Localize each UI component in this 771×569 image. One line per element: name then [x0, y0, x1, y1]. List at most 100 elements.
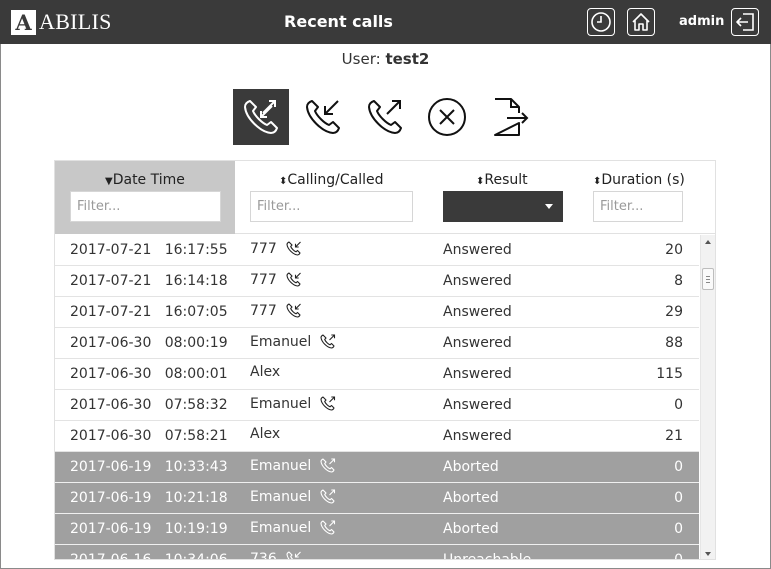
- calling-called-cell: Alex: [250, 364, 281, 380]
- date-time-cell: 2017-06-30 07:58:32: [70, 397, 228, 413]
- phone-outgoing-icon: [319, 333, 337, 351]
- phone-outgoing-icon: [319, 488, 337, 506]
- date-time-cell: 2017-06-30 07:58:21: [70, 428, 228, 444]
- calling-called-cell: 777: [250, 240, 303, 258]
- calling-called-cell: 777: [250, 271, 303, 289]
- calling-called-cell: Emanuel: [250, 488, 337, 506]
- all-calls-button[interactable]: [233, 89, 289, 145]
- scroll-up-arrow[interactable]: [705, 240, 711, 244]
- date-time-cell: 2017-06-30 08:00:01: [70, 366, 228, 382]
- page-title: Recent calls: [284, 12, 393, 31]
- phone-incoming-icon: [306, 100, 340, 134]
- home-button[interactable]: [627, 8, 655, 36]
- scroll-down-arrow[interactable]: [705, 552, 711, 556]
- phone-incoming-icon: [285, 271, 303, 289]
- duration-cell: 21: [665, 428, 683, 444]
- phone-outgoing-icon: [368, 100, 402, 134]
- date-time-cell: 2017-06-19 10:33:43: [70, 459, 228, 475]
- date-time-cell: 2017-06-16 10:34:06: [70, 552, 228, 560]
- duration-cell: 8: [674, 273, 683, 289]
- date-time-cell: 2017-06-19 10:21:18: [70, 490, 228, 506]
- table-row[interactable]: 2017-06-30 07:58:21 Alex Answered 21: [55, 421, 699, 452]
- clock-icon: [591, 12, 611, 32]
- call-filter-toolbar: [0, 89, 771, 145]
- result-cell: Aborted: [443, 459, 499, 475]
- user-label: User:: [341, 50, 381, 68]
- result-filter-select[interactable]: [443, 191, 563, 222]
- result-cell: Unreachable: [443, 552, 532, 560]
- result-cell: Answered: [443, 366, 512, 382]
- recent-calls-table: ▼Date Time ⬍Calling/Called ⬍Result ⬍Dura…: [54, 160, 716, 560]
- history-button[interactable]: [587, 8, 615, 36]
- phone-outgoing-icon: [319, 395, 337, 413]
- scroll-thumb[interactable]: [702, 268, 714, 290]
- result-cell: Aborted: [443, 521, 499, 537]
- calling-called-cell: 736: [250, 550, 303, 559]
- date-time-cell: 2017-07-21 16:17:55: [70, 242, 228, 258]
- table-row[interactable]: 2017-07-21 16:14:18 777 Answered 8: [55, 266, 699, 297]
- phone-incoming-icon: [285, 550, 303, 559]
- date-time-cell: 2017-07-21 16:14:18: [70, 273, 228, 289]
- date-time-filter[interactable]: [70, 191, 221, 222]
- calling-called-cell: 777: [250, 302, 303, 320]
- column-header-calling-called[interactable]: ⬍Calling/Called: [235, 161, 430, 234]
- table-scrollbar[interactable]: [700, 235, 715, 559]
- app-header: A ABILIS Recent calls admin: [0, 0, 771, 44]
- duration-cell: 0: [674, 397, 683, 413]
- calling-called-cell: Emanuel: [250, 333, 337, 351]
- table-row[interactable]: 2017-06-16 10:34:06 736 Unreachable 0: [55, 545, 699, 560]
- duration-filter[interactable]: [593, 191, 683, 222]
- circle-x-icon: [428, 98, 466, 136]
- calling-called-cell: Alex: [250, 426, 281, 442]
- result-cell: Answered: [443, 273, 512, 289]
- table-row[interactable]: 2017-06-19 10:33:43 Emanuel Aborted 0: [55, 452, 699, 483]
- result-cell: Answered: [443, 304, 512, 320]
- calling-called-cell: Emanuel: [250, 395, 337, 413]
- date-time-cell: 2017-06-30 08:00:19: [70, 335, 228, 351]
- duration-cell: 29: [665, 304, 683, 320]
- incoming-calls-button[interactable]: [295, 89, 351, 145]
- calling-called-filter[interactable]: [250, 191, 413, 222]
- duration-cell: 0: [674, 459, 683, 475]
- table-row[interactable]: 2017-07-21 16:17:55 777 Answered 20: [55, 235, 699, 266]
- calling-called-cell: Emanuel: [250, 519, 337, 537]
- export-button[interactable]: [481, 89, 537, 145]
- logout-icon: [736, 13, 754, 31]
- table-row[interactable]: 2017-06-30 07:58:32 Emanuel Answered 0: [55, 390, 699, 421]
- date-time-cell: 2017-07-21 16:07:05: [70, 304, 228, 320]
- duration-cell: 88: [665, 335, 683, 351]
- column-header-date-time[interactable]: ▼Date Time: [55, 161, 235, 234]
- table-body: 2017-07-21 16:17:55 777 Answered 20 2017-07-…: [55, 235, 699, 560]
- phone-incoming-icon: [285, 240, 303, 258]
- result-cell: Aborted: [443, 490, 499, 506]
- result-label: ⬍Result: [476, 172, 528, 188]
- duration-cell: 0: [674, 552, 683, 560]
- result-cell: Answered: [443, 242, 512, 258]
- result-cell: Answered: [443, 428, 512, 444]
- duration-cell: 0: [674, 490, 683, 506]
- duration-cell: 20: [665, 242, 683, 258]
- chevron-down-icon: [545, 204, 553, 209]
- table-header: ▼Date Time ⬍Calling/Called ⬍Result ⬍Dura…: [55, 161, 715, 234]
- date-time-label: ▼Date Time: [105, 172, 185, 188]
- phone-in-out-icon: [244, 100, 278, 134]
- file-export-icon: [494, 98, 529, 136]
- admin-username: admin: [679, 14, 725, 29]
- duration-cell: 0: [674, 521, 683, 537]
- duration-label: ⬍Duration (s): [593, 172, 685, 188]
- table-row[interactable]: 2017-07-21 16:07:05 777 Answered 29: [55, 297, 699, 328]
- logout-button[interactable]: [731, 8, 759, 36]
- column-header-duration[interactable]: ⬍Duration (s): [580, 161, 715, 234]
- table-row[interactable]: 2017-06-30 08:00:19 Emanuel Answered 88: [55, 328, 699, 359]
- clear-button[interactable]: [419, 89, 475, 145]
- table-row[interactable]: 2017-06-19 10:21:18 Emanuel Aborted 0: [55, 483, 699, 514]
- outgoing-calls-button[interactable]: [357, 89, 413, 145]
- table-row[interactable]: 2017-06-30 08:00:01 Alex Answered 115: [55, 359, 699, 390]
- result-cell: Answered: [443, 335, 512, 351]
- table-row[interactable]: 2017-06-19 10:19:19 Emanuel Aborted 0: [55, 514, 699, 545]
- calling-called-label: ⬍Calling/Called: [279, 172, 384, 188]
- sort-desc-icon: ▼: [105, 176, 113, 187]
- phone-outgoing-icon: [319, 519, 337, 537]
- result-cell: Answered: [443, 397, 512, 413]
- user-name: test2: [385, 50, 430, 68]
